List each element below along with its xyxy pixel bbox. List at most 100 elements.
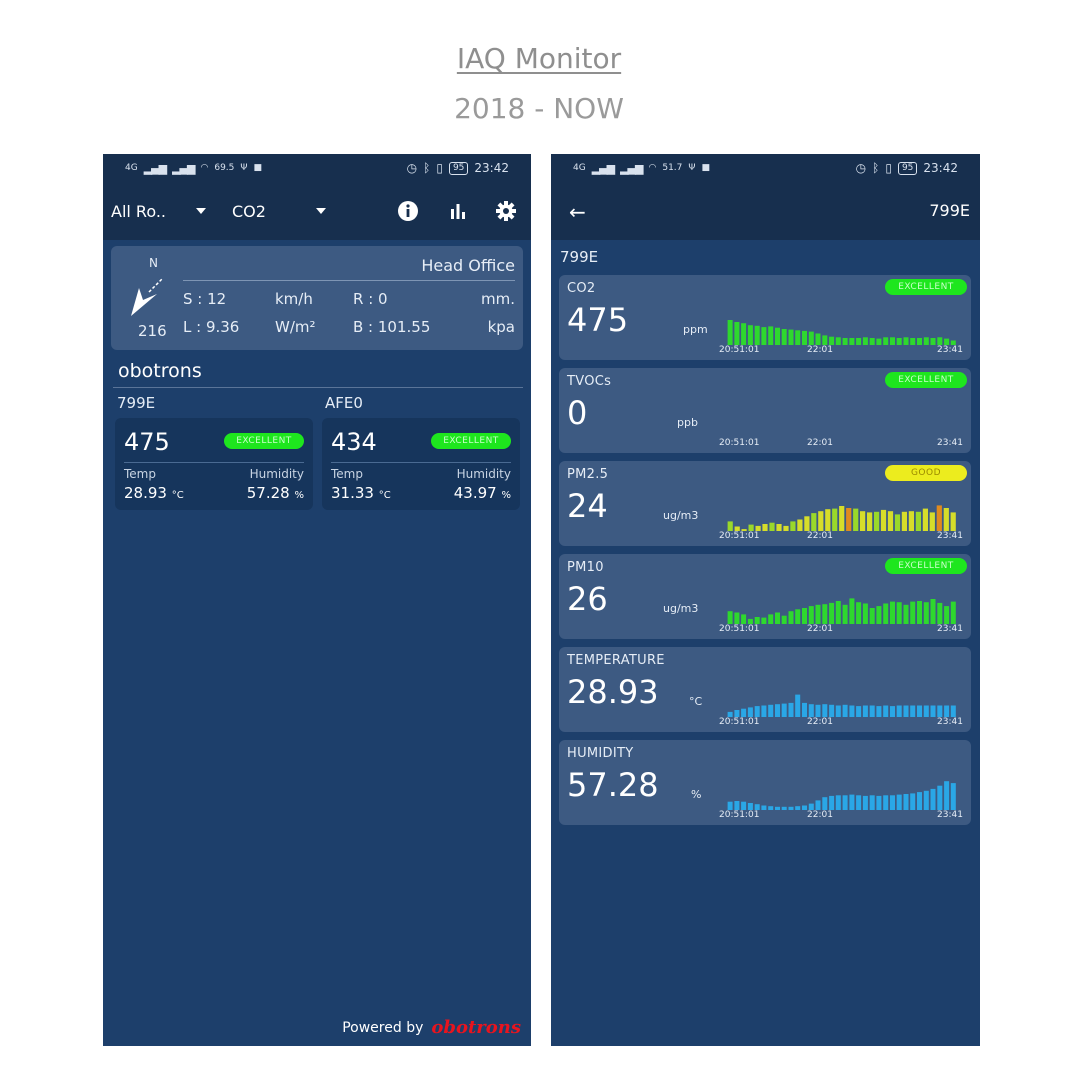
metric-card-pm10[interactable]: PM10 26 ug/m3 EXCELLENT 20:51:01 22:01 23:41 xyxy=(559,554,971,639)
chart-bar xyxy=(894,514,901,531)
chart-bar xyxy=(910,338,916,345)
back-arrow-icon[interactable]: ← xyxy=(569,200,586,224)
divider xyxy=(113,387,523,388)
chart-bar xyxy=(768,326,774,345)
chevron-down-icon xyxy=(196,208,206,214)
sensor-card[interactable]: 475 EXCELLENT Temp Humidity 28.93 °C 57.… xyxy=(115,418,313,510)
metric-label: HUMIDITY xyxy=(567,746,634,761)
divider xyxy=(331,462,511,463)
chart-bar xyxy=(761,805,767,810)
chart-bar xyxy=(943,508,949,531)
metric-card-co2[interactable]: CO2 475 ppm EXCELLENT 20:51:01 22:01 23:41 xyxy=(559,275,971,360)
chart-bar xyxy=(944,606,950,624)
chart-bar xyxy=(808,704,814,717)
wifi-icon: ◠ xyxy=(200,163,209,173)
room-dropdown[interactable]: All Ro.. xyxy=(111,202,206,221)
chart-bar xyxy=(936,505,942,531)
trend-chart xyxy=(727,781,956,810)
chart-bar xyxy=(937,337,943,345)
chart-bar xyxy=(783,525,789,531)
metric-unit: °C xyxy=(689,695,703,708)
metric-card-pm2-5[interactable]: PM2.5 24 ug/m3 GOOD 20:51:01 22:01 23:41 xyxy=(559,461,971,546)
metric-card-tvocs[interactable]: TVOCs 0 ppb EXCELLENT 20:51:01 22:01 23:41 xyxy=(559,368,971,453)
chart-bar xyxy=(797,519,803,531)
chart-bar xyxy=(802,702,807,717)
axis-tick-label: 23:41 xyxy=(937,810,963,820)
temp-unit: °C xyxy=(171,490,184,501)
chart-bar xyxy=(923,705,929,717)
chart-bar xyxy=(761,705,767,717)
settings-gear-icon[interactable] xyxy=(495,200,517,222)
chart-bar xyxy=(775,612,780,624)
metric-label: PM2.5 xyxy=(567,467,609,482)
chart-bar xyxy=(839,506,845,531)
metric-card-humidity[interactable]: HUMIDITY 57.28% 20:51:01 22:01 23:41 xyxy=(559,740,971,825)
chart-bar xyxy=(890,706,895,717)
weather-card[interactable]: N 216 Head Office S : 12 km/h R : 0 mm. … xyxy=(111,246,523,350)
wind-speed: S : 12 xyxy=(183,290,227,308)
axis-tick-label: 20:51:01 xyxy=(719,345,760,355)
info-icon[interactable] xyxy=(397,200,419,222)
chart-bar xyxy=(876,795,882,810)
page-title: IAQ Monitor xyxy=(456,42,622,75)
chart-bar xyxy=(776,524,782,531)
sensor-co2-value: 475 xyxy=(124,428,170,456)
status-badge: EXCELLENT xyxy=(224,433,304,449)
axis-tick-label: 20:51:01 xyxy=(719,810,760,820)
metric-label: CO2 xyxy=(567,281,596,296)
app-bar xyxy=(551,182,980,240)
chart-bar xyxy=(903,794,909,810)
axis-tick-label: 22:01 xyxy=(807,624,833,634)
metric-unit: % xyxy=(691,788,702,801)
chart-bar xyxy=(937,602,943,624)
trend-chart xyxy=(727,320,956,345)
clock: 23:42 xyxy=(923,161,958,175)
chart-bar xyxy=(761,327,767,345)
chart-bar xyxy=(761,617,767,624)
chart-bar xyxy=(903,337,909,345)
chart-bar xyxy=(903,604,909,624)
chart-bar xyxy=(790,521,796,531)
metric-value: 57.28 xyxy=(567,766,659,804)
axis-tick-label: 23:41 xyxy=(937,531,963,541)
chart-bar xyxy=(883,705,889,717)
signal-icon: ▂▄▆ xyxy=(620,161,643,175)
chart-bar xyxy=(937,705,943,717)
chart-bar xyxy=(754,325,760,345)
vibrate-icon: ▯ xyxy=(885,161,892,175)
metric-card-temperature[interactable]: TEMPERATURE 28.93 °C 20:51:01 22:01 23:41 xyxy=(559,647,971,732)
metric-dropdown[interactable]: CO2 xyxy=(232,202,326,221)
clock: 23:42 xyxy=(474,161,509,175)
humidity-value: 43.97 xyxy=(453,484,497,502)
bar-chart-icon[interactable] xyxy=(447,200,469,222)
sensor-card[interactable]: 434 EXCELLENT Temp Humidity 31.33 °C 43.… xyxy=(322,418,520,510)
status-badge: GOOD xyxy=(885,465,967,481)
chart-bar xyxy=(883,603,889,624)
chart-bar xyxy=(822,704,828,717)
chart-bar xyxy=(832,508,838,531)
chart-bar xyxy=(867,512,873,531)
trend-chart xyxy=(727,404,957,438)
chart-bar xyxy=(802,330,807,345)
chart-bar xyxy=(950,512,956,531)
chart-bar xyxy=(890,337,895,345)
chart-bar xyxy=(937,785,943,810)
chart-bar xyxy=(781,703,787,717)
axis-tick-label: 23:41 xyxy=(937,438,963,448)
chart-bar xyxy=(862,603,868,624)
chart-bar xyxy=(788,702,794,717)
chart-bar xyxy=(808,606,814,624)
chart-bar xyxy=(741,801,747,810)
chart-bar xyxy=(883,337,889,345)
light-value: L : 9.36 xyxy=(183,318,240,336)
chart-bar xyxy=(734,710,740,717)
axis-tick-label: 20:51:01 xyxy=(719,717,760,727)
chart-bar xyxy=(768,806,774,810)
chart-bar xyxy=(901,511,907,531)
signal-icon: ▂▄▆ xyxy=(172,161,195,175)
chart-bar xyxy=(727,611,733,624)
axis-tick-label: 23:41 xyxy=(937,345,963,355)
chart-bar xyxy=(883,795,889,810)
chart-bar xyxy=(910,601,916,624)
rain-value: R : 0 xyxy=(353,290,388,308)
